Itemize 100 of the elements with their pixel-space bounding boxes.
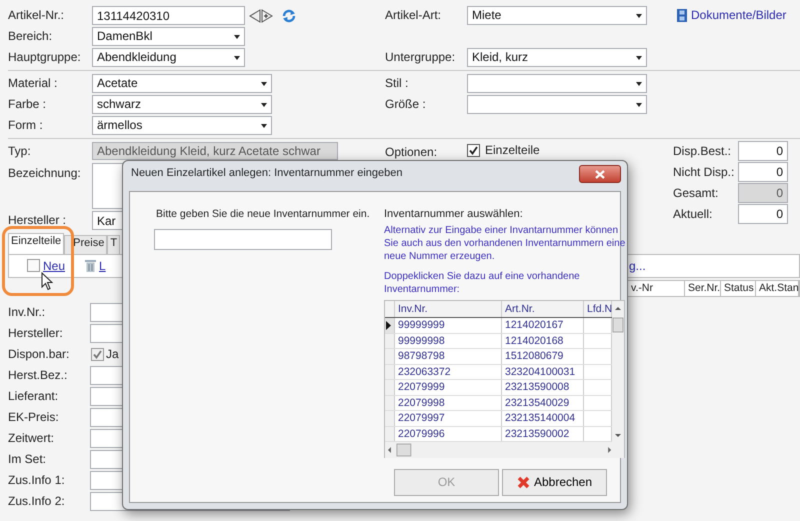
documents-link[interactable]: Dokumente/Bilder: [677, 8, 786, 23]
field-label: Hersteller:: [8, 326, 64, 341]
trash-icon: [85, 259, 96, 272]
dropdown[interactable]: ärmellos: [92, 116, 272, 135]
field-label: Artikel-Nr.:: [8, 8, 66, 23]
delete-link[interactable]: L: [85, 258, 106, 274]
tab[interactable]: T: [107, 235, 120, 254]
checkbox[interactable]: [91, 348, 104, 361]
field-label: Inv.Nr.:: [8, 305, 46, 320]
cancel-button[interactable]: Abbrechen: [502, 469, 607, 496]
caret-icon: [636, 102, 642, 106]
grid-cell: 1214020168: [502, 334, 584, 348]
checkbox[interactable]: [467, 144, 480, 157]
dropdown[interactable]: Kleid, kurz: [467, 48, 647, 67]
field-label: Aktuell:: [673, 206, 714, 222]
field-label: Im Set:: [8, 452, 48, 467]
row-pointer-icon: [386, 320, 391, 330]
check-icon: [93, 350, 102, 359]
field-label: Zus.Info 2:: [8, 494, 66, 509]
field-label: Hersteller :: [8, 213, 68, 228]
field-label: Disp.Best.:: [673, 144, 732, 158]
field-label: Zeitwert:: [8, 431, 56, 446]
grid-cell: 232135140004: [502, 411, 584, 426]
number-field[interactable]: 0: [738, 141, 788, 161]
number-field[interactable]: 0: [738, 183, 788, 203]
field-label: Material :: [8, 76, 58, 91]
column-header: Art.Nr.: [502, 301, 584, 318]
link-text: g...: [629, 258, 647, 274]
caret-icon: [636, 82, 642, 86]
grid-cell: 1214020167: [502, 318, 584, 333]
caret-icon: [261, 124, 267, 128]
column-header: Inv.Nr.: [395, 301, 502, 318]
field-label: Gesamt:: [673, 186, 720, 200]
inventory-number-field[interactable]: [154, 228, 332, 250]
cross-icon: [516, 476, 530, 490]
field-label: Dispon.bar:: [8, 347, 70, 362]
new-link[interactable]: Neu: [27, 258, 66, 274]
square-icon: [27, 259, 40, 272]
field-label: Typ:: [8, 144, 32, 158]
dropdown[interactable]: [467, 74, 647, 93]
grid-cell: 23213540029: [502, 396, 584, 410]
caret-icon: [636, 56, 642, 60]
check-icon: [469, 146, 478, 155]
dropdown[interactable]: Miete: [467, 6, 647, 25]
field-label: Optionen:: [385, 144, 438, 160]
grid-cell: 1512080679: [502, 349, 584, 364]
grid-cell: 99999998: [395, 334, 502, 348]
grid-cell: 98798798: [395, 349, 502, 364]
field-label: Untergruppe:: [385, 50, 456, 65]
close-icon: [595, 170, 605, 178]
grid-cell: 23213590002: [502, 426, 584, 442]
dropdown[interactable]: [467, 95, 647, 114]
field-label: Farbe :: [8, 97, 48, 112]
dropdown[interactable]: schwarz: [92, 95, 272, 114]
field-label: Form :: [8, 118, 44, 133]
column-header: Ser.Nr.: [685, 281, 721, 296]
grid-cell: 99999999: [395, 318, 502, 333]
grid-cell: 22079999: [395, 380, 502, 395]
field-label: Nicht Disp.:: [673, 164, 736, 180]
checkbox-label: Einzelteile: [485, 143, 540, 158]
column-header: Status: [721, 281, 756, 296]
prompt-text: Bitte geben Sie die neue Inventarnummer ein.: [156, 208, 371, 221]
grid-cell: 22079996: [395, 426, 502, 442]
field-label: Artikel-Art:: [385, 8, 442, 23]
grid-cell: 232063372: [395, 364, 502, 380]
close-button[interactable]: [579, 165, 621, 183]
section-heading: Inventarnummer auswählen:: [384, 208, 524, 222]
field-label: EK-Preis:: [8, 410, 60, 425]
dropdown[interactable]: DamenBkl: [92, 27, 245, 46]
field-label: Bezeichnung:: [8, 165, 82, 182]
grid-cell: 323204100031: [502, 364, 584, 380]
caret-icon: [261, 102, 267, 106]
field-label: Herst.Bez.:: [8, 368, 68, 383]
arrow-icon: [248, 8, 261, 24]
caret-icon: [234, 34, 240, 38]
column-header: Akt.Stan: [756, 281, 799, 296]
dialog-title: Neuen Einzelartikel anlegen: Inventarnummer eingeben: [131, 166, 403, 181]
field-label: Zus.Info 1:: [8, 473, 66, 488]
arrow-icon: [261, 8, 274, 24]
film-icon: [677, 8, 687, 22]
tab[interactable]: Preise: [64, 235, 108, 254]
number-field[interactable]: 0: [738, 162, 788, 182]
checkbox-label: Ja: [106, 347, 119, 362]
grid-cell: 22079997: [395, 411, 502, 426]
text-field[interactable]: 13114420310: [92, 6, 245, 25]
grid-cell: 22079998: [395, 396, 502, 410]
tab[interactable]: Einzelteile: [8, 233, 64, 254]
info-text: Doppeklicken Sie dazu auf eine vorhandene Inventarnummer:: [384, 270, 581, 296]
field-label: Hauptgruppe:: [8, 50, 82, 65]
row-header[interactable]: [385, 318, 395, 333]
grid-cell: 23213590008: [502, 380, 584, 395]
field-label: Bereich:: [8, 29, 54, 44]
field-label: Größe :: [385, 97, 427, 112]
info-text: Alternativ zur Eingabe einer Invantarnummer können Sie auch aus den vorhandenen Inventarnummern eine neue Nummer erzeugen.: [384, 224, 626, 264]
field-label: Stil :: [385, 76, 410, 91]
text-field[interactable]: Abendkleidung Kleid, kurz Acetate schwar: [92, 142, 338, 160]
number-field[interactable]: 0: [738, 204, 788, 224]
caret-icon: [261, 82, 267, 86]
dropdown[interactable]: Abendkleidung: [92, 48, 245, 67]
dropdown[interactable]: Acetate: [92, 74, 272, 93]
